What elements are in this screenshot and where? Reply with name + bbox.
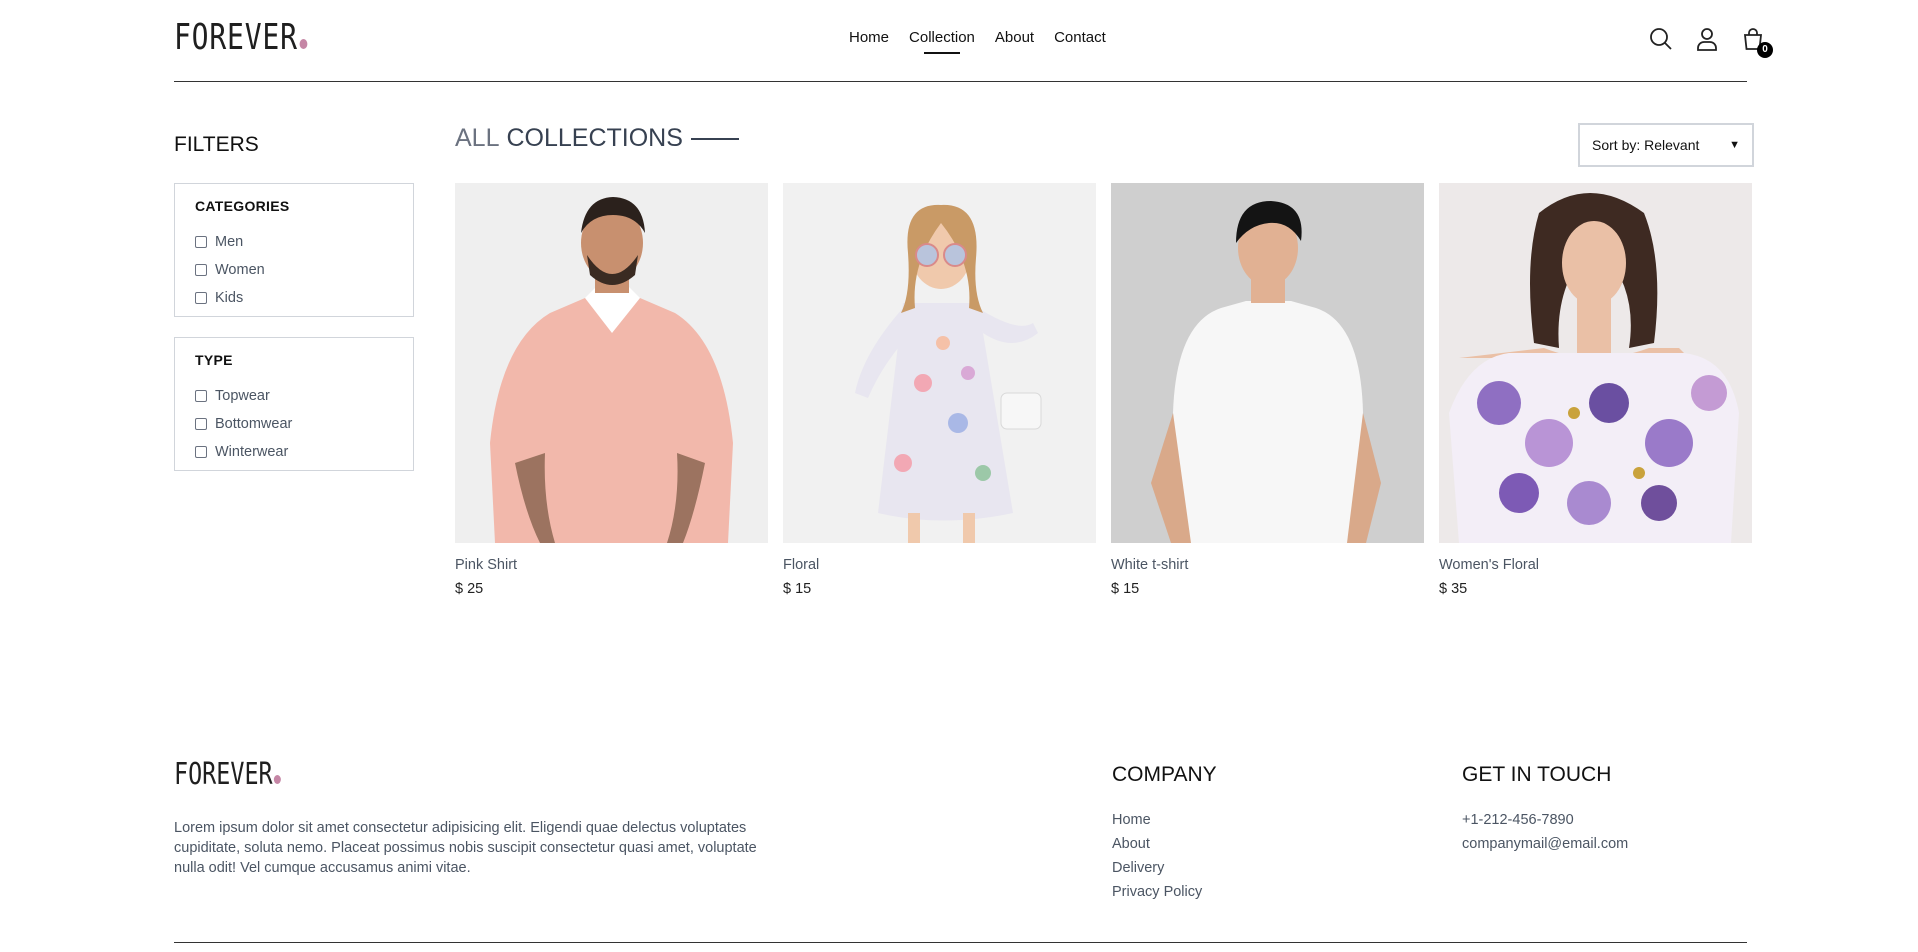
option-label: Bottomwear — [215, 416, 293, 432]
header-icons: 0 — [1648, 26, 1773, 58]
product-name[interactable]: White t-shirt — [1111, 557, 1424, 575]
nav-home[interactable]: Home — [849, 29, 889, 47]
brand-dot — [274, 775, 282, 784]
option-label: Topwear — [215, 388, 270, 404]
header-divider — [174, 81, 1747, 82]
brand-name: FOREVER — [174, 17, 298, 58]
product-image[interactable] — [455, 183, 768, 543]
product-name[interactable]: Floral — [783, 557, 1096, 575]
categories-filter: CATEGORIES Men Women Kids — [174, 183, 414, 317]
footer-logo: FOREVER — [174, 757, 282, 792]
product-image[interactable] — [783, 183, 1096, 543]
footer-phone: +1-212-456-7890 — [1462, 812, 1574, 828]
product-name[interactable]: Pink Shirt — [455, 557, 768, 575]
option-label: Men — [215, 234, 244, 250]
filter-option-bottomwear[interactable]: Bottomwear — [195, 410, 393, 438]
checkbox[interactable] — [195, 446, 207, 458]
footer-company-links: Home About Delivery Privacy Policy — [1112, 808, 1202, 904]
title-part-1: ALL — [455, 124, 500, 152]
shopping-bag-icon[interactable]: 0 — [1740, 26, 1773, 58]
checkbox[interactable] — [195, 292, 207, 304]
footer-contact-list: +1-212-456-7890 companymail@email.com — [1462, 808, 1628, 856]
filters-title[interactable]: FILTERS — [174, 133, 259, 157]
collections-title: ALL COLLECTIONS — [455, 124, 739, 153]
product-card[interactable]: Floral $ 15 — [783, 183, 1096, 597]
footer-link-about[interactable]: About — [1112, 832, 1202, 856]
product-card[interactable]: White t-shirt $ 15 — [1111, 183, 1424, 597]
product-price: $ 15 — [1111, 581, 1140, 597]
footer-email: companymail@email.com — [1462, 836, 1629, 852]
brand-name: FOREVER — [174, 757, 273, 792]
nav-about[interactable]: About — [995, 29, 1034, 47]
title-rule — [690, 137, 739, 140]
filter-option-men[interactable]: Men — [195, 228, 393, 256]
title-part-2: COLLECTIONS — [506, 124, 683, 152]
product-name[interactable]: Women's Floral — [1439, 557, 1752, 575]
cart-count-badge: 0 — [1757, 42, 1773, 58]
user-icon[interactable] — [1694, 26, 1720, 52]
nav-contact[interactable]: Contact — [1054, 29, 1106, 47]
footer-link-delivery[interactable]: Delivery — [1112, 856, 1202, 880]
filter-option-women[interactable]: Women — [195, 256, 393, 284]
option-label: Winterwear — [215, 444, 289, 460]
type-title: TYPE — [195, 352, 233, 368]
nav-collection[interactable]: Collection — [909, 29, 975, 47]
footer-link-home[interactable]: Home — [1112, 808, 1202, 832]
product-card[interactable]: Women's Floral $ 35 — [1439, 183, 1752, 597]
product-price: $ 25 — [455, 581, 484, 597]
product-price: $ 15 — [783, 581, 812, 597]
brand-dot — [299, 39, 308, 49]
footer-description: Lorem ipsum dolor sit amet consectetur a… — [174, 820, 757, 876]
sort-label: Sort by: Relevant — [1592, 137, 1700, 153]
product-price: $ 35 — [1439, 581, 1468, 597]
product-image[interactable] — [1439, 183, 1752, 543]
checkbox[interactable] — [195, 390, 207, 402]
option-label: Women — [215, 262, 265, 278]
checkbox[interactable] — [195, 236, 207, 248]
main-nav: Home Collection About Contact — [849, 29, 1106, 47]
filter-option-kids[interactable]: Kids — [195, 284, 393, 312]
footer-contact-title: GET IN TOUCH — [1462, 763, 1612, 786]
checkbox[interactable] — [195, 264, 207, 276]
footer-divider — [174, 942, 1747, 943]
sort-select[interactable]: Sort by: Relevant ▼ — [1578, 123, 1754, 167]
filter-option-topwear[interactable]: Topwear — [195, 382, 393, 410]
footer-link-privacy[interactable]: Privacy Policy — [1112, 880, 1202, 904]
chevron-down-icon: ▼ — [1729, 139, 1740, 151]
product-card[interactable]: Pink Shirt $ 25 — [455, 183, 768, 597]
filter-option-winterwear[interactable]: Winterwear — [195, 438, 393, 466]
categories-title: CATEGORIES — [195, 198, 290, 214]
search-icon[interactable] — [1648, 26, 1674, 52]
product-image[interactable] — [1111, 183, 1424, 543]
checkbox[interactable] — [195, 418, 207, 430]
option-label: Kids — [215, 290, 244, 306]
type-filter: TYPE Topwear Bottomwear Winterwear — [174, 337, 414, 471]
footer-company-title: COMPANY — [1112, 763, 1217, 786]
brand-logo[interactable]: FOREVER — [174, 17, 308, 58]
